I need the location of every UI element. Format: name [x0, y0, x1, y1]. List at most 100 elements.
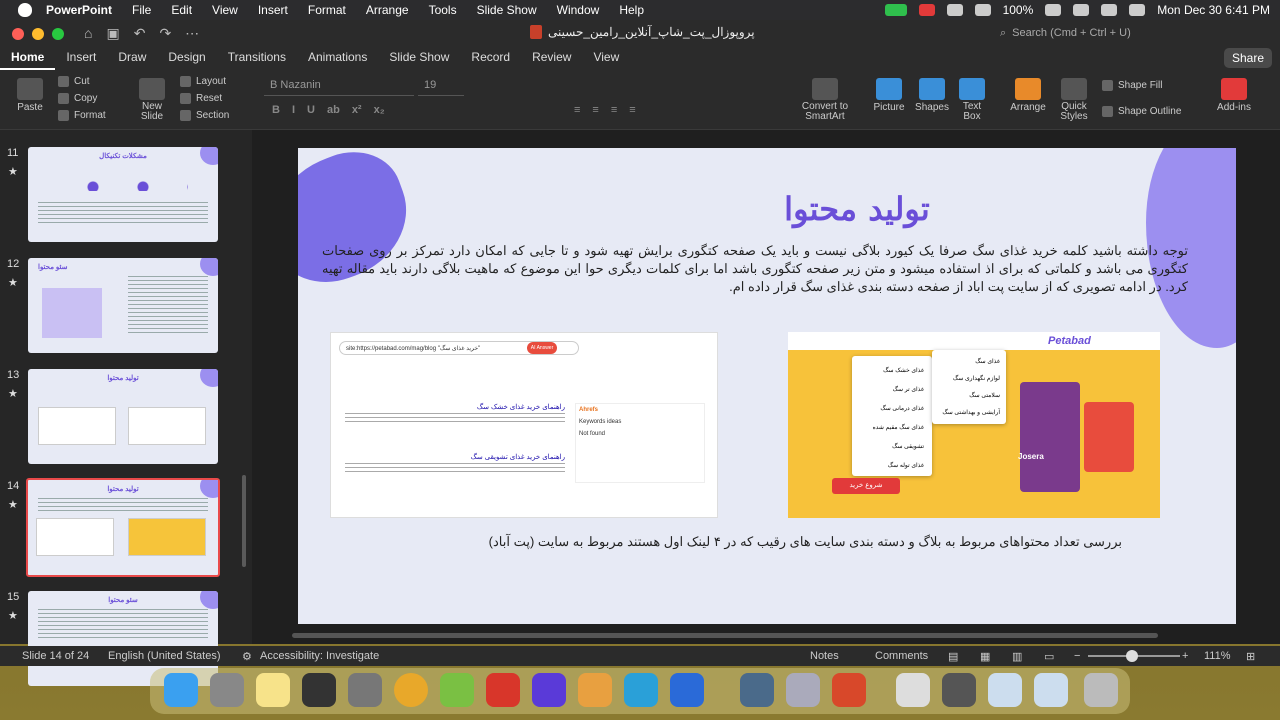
- reset-button[interactable]: Reset: [180, 93, 222, 104]
- search-field[interactable]: ⌕ Search (Cmd + Ctrl + U): [1000, 24, 1200, 42]
- thumbnail-image[interactable]: سئو محتوا: [28, 258, 218, 353]
- more-icon[interactable]: ⋯: [185, 25, 199, 42]
- subscript-icon[interactable]: x₂: [374, 104, 385, 116]
- italic-icon[interactable]: I: [292, 104, 295, 116]
- menu-window[interactable]: Window: [557, 3, 600, 17]
- trash-icon[interactable]: [1084, 673, 1118, 707]
- align-right-icon[interactable]: ≡: [611, 104, 617, 116]
- slide-title[interactable]: تولید محتوا: [298, 190, 1236, 228]
- thumbnail-image[interactable]: تولید محتوا: [28, 369, 218, 464]
- layout-button[interactable]: Layout: [180, 76, 226, 87]
- preview-icon[interactable]: [786, 673, 820, 707]
- justify-icon[interactable]: ≡: [629, 104, 635, 116]
- home-icon[interactable]: ⌂: [84, 25, 92, 42]
- zoom-slider-handle[interactable]: [1126, 650, 1138, 662]
- menu-arrange[interactable]: Arrange: [366, 3, 409, 17]
- reading-view-icon[interactable]: ▥: [1012, 650, 1022, 663]
- facetime-icon[interactable]: [884, 4, 907, 16]
- redo-icon[interactable]: ↷: [159, 25, 171, 42]
- wifi-status-icon[interactable]: [974, 4, 991, 16]
- arrange-button[interactable]: Arrange: [1008, 78, 1048, 113]
- launchpad-icon[interactable]: [210, 673, 244, 707]
- chrome-icon[interactable]: [394, 673, 428, 707]
- textbox-button[interactable]: Text Box: [956, 78, 988, 122]
- convert-smartart-button[interactable]: Convert to SmartArt: [800, 78, 850, 122]
- menubar-clock[interactable]: Mon Dec 30 6:41 PM: [1157, 3, 1270, 17]
- fit-to-window-icon[interactable]: ⊞: [1246, 650, 1255, 663]
- transfer-icon[interactable]: [946, 4, 963, 16]
- quicktime-icon[interactable]: [740, 673, 774, 707]
- thumbnail-image-selected[interactable]: تولید محتوا: [26, 478, 220, 577]
- fruit-app-icon[interactable]: [578, 673, 612, 707]
- recent-window-icon[interactable]: [942, 673, 976, 707]
- close-window-button[interactable]: [12, 28, 24, 40]
- zoom-in-icon[interactable]: +: [1182, 650, 1188, 662]
- notes-app-icon[interactable]: [256, 673, 290, 707]
- notification-icon[interactable]: [918, 4, 935, 16]
- google-search-screenshot[interactable]: site:https://petabad.com/mag/blog "خرید …: [330, 332, 718, 518]
- paste-button[interactable]: Paste: [12, 78, 48, 113]
- shapes-button[interactable]: Shapes: [914, 78, 950, 113]
- font-size-select[interactable]: 19: [418, 76, 464, 96]
- fullscreen-window-button[interactable]: [52, 28, 64, 40]
- slide-caption[interactable]: بررسی تعداد محتواهای مربوط به بلاگ و دست…: [298, 534, 1122, 550]
- save-icon[interactable]: ▣: [106, 25, 119, 42]
- menu-slideshow[interactable]: Slide Show: [477, 3, 537, 17]
- menu-view[interactable]: View: [212, 3, 238, 17]
- control-center-icon[interactable]: [1129, 4, 1146, 16]
- slide-sorter-icon[interactable]: ▦: [980, 650, 990, 663]
- section-button[interactable]: Section: [180, 110, 229, 121]
- align-center-icon[interactable]: ≡: [592, 104, 598, 116]
- android-studio-icon[interactable]: [440, 673, 474, 707]
- recent-window-icon[interactable]: [1034, 673, 1068, 707]
- wifi-icon[interactable]: [1073, 4, 1090, 16]
- tab-transitions[interactable]: Transitions: [217, 46, 297, 70]
- media-player-icon[interactable]: [532, 673, 566, 707]
- menu-edit[interactable]: Edit: [171, 3, 192, 17]
- thumbnail-image[interactable]: مشکلات تکنیکال: [28, 147, 218, 242]
- language-status[interactable]: English (United States): [108, 650, 221, 662]
- migration-icon[interactable]: [670, 673, 704, 707]
- system-settings-icon[interactable]: [348, 673, 382, 707]
- quick-styles-button[interactable]: Quick Styles: [1056, 78, 1092, 122]
- cut-button[interactable]: Cut: [58, 76, 90, 87]
- slideshow-view-icon[interactable]: ▭: [1044, 650, 1054, 663]
- recent-window-icon[interactable]: [988, 673, 1022, 707]
- tab-slideshow[interactable]: Slide Show: [378, 46, 460, 70]
- zoom-level[interactable]: 111%: [1204, 650, 1231, 662]
- battery-icon[interactable]: [1045, 4, 1062, 16]
- tab-home[interactable]: Home: [0, 46, 56, 70]
- undo-icon[interactable]: ↶: [134, 25, 146, 42]
- menu-format[interactable]: Format: [308, 3, 346, 17]
- recent-doc-icon[interactable]: [896, 673, 930, 707]
- share-button[interactable]: Share: [1223, 48, 1272, 68]
- webstorm-icon[interactable]: [302, 673, 336, 707]
- menu-insert[interactable]: Insert: [258, 3, 288, 17]
- menu-help[interactable]: Help: [619, 3, 644, 17]
- spotlight-icon[interactable]: [1101, 4, 1118, 16]
- tab-record[interactable]: Record: [460, 46, 521, 70]
- underline-icon[interactable]: U: [307, 104, 315, 116]
- tab-animations[interactable]: Animations: [297, 46, 378, 70]
- zoom-out-icon[interactable]: −: [1074, 650, 1080, 662]
- thumbnail-scrollbar[interactable]: [242, 475, 246, 567]
- align-left-icon[interactable]: ≡: [574, 104, 580, 116]
- finder-icon[interactable]: [164, 673, 198, 707]
- slide-14[interactable]: تولید محتوا توجه داشته باشید کلمه خرید غ…: [298, 148, 1236, 624]
- font-name-select[interactable]: B Nazanin: [264, 76, 414, 96]
- notes-button[interactable]: Notes: [810, 650, 839, 662]
- new-slide-button[interactable]: New Slide: [134, 78, 170, 122]
- minimize-window-button[interactable]: [32, 28, 44, 40]
- petabad-website-screenshot[interactable]: Petabad Josera غذای خشک سگ غذای تر سگ غذ…: [788, 332, 1160, 518]
- canvas-horizontal-scrollbar[interactable]: [292, 633, 1158, 638]
- comments-button[interactable]: Comments: [875, 650, 928, 662]
- tab-design[interactable]: Design: [157, 46, 216, 70]
- telegram-icon[interactable]: [624, 673, 658, 707]
- photo-booth-icon[interactable]: [486, 673, 520, 707]
- strikethrough-icon[interactable]: ab: [327, 104, 340, 116]
- bold-icon[interactable]: B: [272, 104, 280, 116]
- tab-review[interactable]: Review: [521, 46, 582, 70]
- normal-view-icon[interactable]: ▤: [948, 650, 958, 663]
- copy-button[interactable]: Copy: [58, 93, 97, 104]
- picture-button[interactable]: Picture: [872, 78, 906, 113]
